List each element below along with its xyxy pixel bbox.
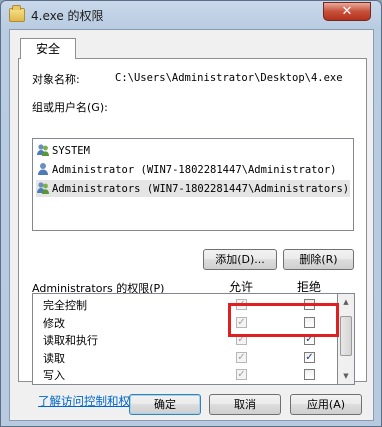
permission-row: 写入 ✓ [33, 366, 337, 383]
user-group-icon [36, 182, 52, 195]
add-button[interactable]: 添加(D)... [203, 249, 277, 270]
user-group-icon [36, 144, 52, 157]
permissions-dialog: 4.exe 的权限 ✕ 安全 对象名称: C:\Users\Administra… [0, 0, 382, 427]
permission-row: 读取 ✓ ✓ [33, 349, 337, 366]
object-name-value: C:\Users\Administrator\Desktop\4.exe [115, 72, 343, 84]
scroll-up-arrow-icon[interactable]: ▲ [338, 294, 354, 310]
user-list-item[interactable]: Administrator (WIN7-1802281447\Administr… [36, 161, 350, 178]
scroll-down-arrow-icon[interactable]: ▼ [338, 368, 354, 384]
users-list-label: 组或用户名(G): [32, 101, 108, 114]
close-button[interactable]: ✕ [323, 2, 371, 21]
user-icon [36, 163, 52, 176]
user-name: Administrator (WIN7-1802281447\Administr… [52, 164, 337, 176]
permission-name: 读取和执行 [43, 334, 98, 348]
user-list-item[interactable]: SYSTEM [36, 142, 350, 159]
user-name: Administrators (WIN7-1802281447\Administ… [52, 183, 350, 195]
user-name: SYSTEM [52, 145, 90, 157]
allow-checkbox: ✓ [236, 351, 247, 363]
permission-name: 完全控制 [43, 299, 87, 312]
apply-button[interactable]: 应用(A) [290, 394, 362, 415]
folder-icon [9, 5, 25, 22]
object-name-label: 对象名称: [32, 73, 80, 86]
cancel-button[interactable]: 取消 [209, 394, 281, 415]
permissions-scrollbar[interactable]: ▲ ▼ [338, 293, 355, 385]
user-list-item[interactable]: Administrators (WIN7-1802281447\Administ… [36, 180, 350, 197]
permission-name: 读取 [43, 351, 65, 365]
permission-name: 修改 [43, 316, 65, 330]
window-title: 4.exe 的权限 [31, 9, 104, 23]
dialog-body: 安全 对象名称: C:\Users\Administrator\Desktop\… [9, 29, 374, 421]
allow-checkbox: ✓ [236, 369, 247, 381]
tab-security[interactable]: 安全 [20, 38, 76, 59]
scrollbar-thumb[interactable] [340, 316, 352, 356]
deny-checkbox[interactable] [304, 369, 315, 381]
remove-button[interactable]: 删除(R) [283, 249, 354, 270]
deny-checkbox[interactable]: ✓ [304, 351, 315, 363]
title-bar[interactable]: 4.exe 的权限 ✕ [1, 1, 381, 29]
learn-access-control-link[interactable]: 了解访问控制和权限 [38, 393, 142, 409]
highlight-annotation [228, 303, 339, 337]
users-listbox[interactable]: SYSTEM Administrator (WIN7-1802281447\Adm… [32, 138, 354, 231]
permission-name: 写入 [43, 369, 65, 383]
ok-button[interactable]: 确定 [129, 394, 201, 415]
